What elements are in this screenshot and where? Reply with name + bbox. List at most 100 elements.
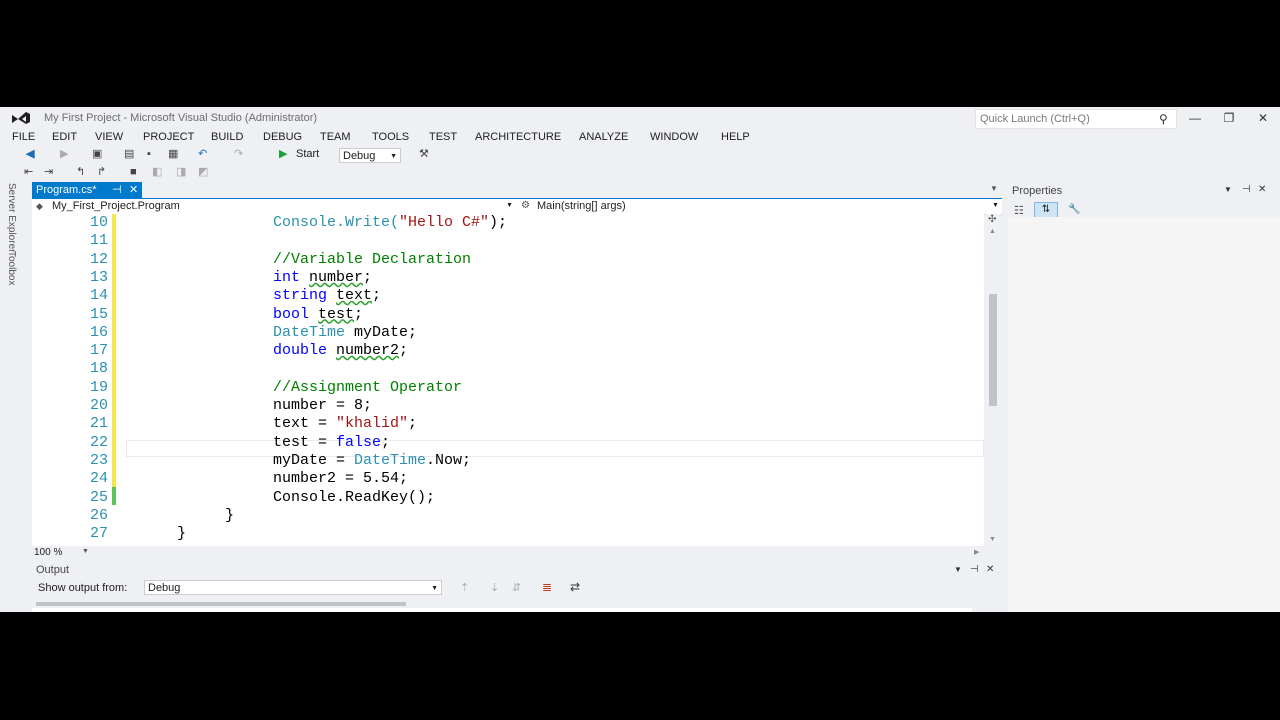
forward-icon[interactable]: ▶	[60, 147, 68, 161]
menu-build[interactable]: BUILD	[211, 131, 243, 143]
menu-analyze[interactable]: ANALYZE	[579, 131, 628, 143]
tab-list-chevron-down-icon[interactable]: ▼	[990, 184, 998, 193]
zoom-chevron-down-icon[interactable]: ▼	[82, 548, 89, 555]
code-text: text = "khalid";	[273, 415, 417, 433]
scrollbar-thumb[interactable]	[989, 294, 997, 406]
member-dropdown-value: Main(string[] args)	[537, 200, 626, 212]
split-icon[interactable]: ✣	[988, 214, 996, 225]
menu-team[interactable]: TEAM	[320, 131, 351, 143]
navigation-bar: ◆ My_First_Project.Program ▼ ⚙ Main(stri…	[32, 199, 1002, 215]
class-icon: ◆	[36, 201, 43, 211]
find-message-icon[interactable]: ⇵	[512, 581, 521, 594]
zoom-level[interactable]: 100 %	[34, 547, 62, 558]
comment-icon[interactable]: ↰	[76, 165, 85, 179]
code-text: DateTime myDate;	[273, 324, 417, 342]
undo-icon[interactable]: ↶	[198, 147, 207, 161]
menu-view[interactable]: VIEW	[95, 131, 123, 143]
code-line: 27}	[32, 525, 984, 543]
scroll-up-icon[interactable]: ▲	[989, 228, 996, 235]
close-tab-icon[interactable]: ✕	[129, 182, 138, 198]
code-text: Console.Write("Hello C#");	[273, 214, 507, 232]
menu-architecture[interactable]: ARCHITECTURE	[475, 131, 561, 143]
output-close-icon[interactable]: ✕	[986, 564, 994, 575]
menu-project[interactable]: PROJECT	[143, 131, 194, 143]
bookmark-icon[interactable]: ■	[130, 165, 137, 179]
clear-all-icon[interactable]: ≣	[542, 580, 552, 594]
code-token: text =	[273, 415, 337, 433]
properties-close-icon[interactable]: ✕	[1258, 184, 1266, 195]
back-icon[interactable]: ◀	[26, 147, 34, 161]
method-icon: ⚙	[521, 200, 530, 211]
close-button[interactable]: ✕	[1248, 109, 1278, 127]
quick-launch-input[interactable]: Quick Launch (Ctrl+Q) ⚲	[975, 109, 1177, 129]
code-token: test	[318, 305, 355, 323]
next-bookmark-icon[interactable]: ◨	[176, 165, 186, 179]
menu-test[interactable]: TEST	[429, 131, 457, 143]
code-token: ;	[363, 268, 373, 286]
output-pin-icon[interactable]: ⊣	[970, 564, 979, 575]
code-text: number = 8;	[273, 397, 373, 414]
go-to-previous-message-icon[interactable]: ⇡	[460, 581, 469, 594]
prev-bookmark-icon[interactable]: ◧	[152, 165, 162, 179]
outdent-icon[interactable]: ⇥	[44, 165, 53, 179]
chevron-down-icon: ▼	[431, 585, 438, 592]
output-source-dropdown[interactable]: Debug ▼	[144, 580, 442, 595]
properties-pin-icon[interactable]: ⊣	[1242, 184, 1251, 195]
output-horizontal-scrollbar[interactable]	[32, 600, 972, 608]
menu-file[interactable]: FILE	[12, 131, 35, 143]
code-token: bool	[273, 305, 310, 323]
menu-window[interactable]: WINDOW	[650, 131, 698, 143]
editor-vertical-scrollbar[interactable]: ✣ ▲ ▼	[986, 214, 1000, 546]
code-line: 19 //Assignment Operator	[32, 379, 984, 397]
code-line: 18	[32, 360, 984, 378]
toggle-word-wrap-icon[interactable]: ⇄	[570, 580, 580, 594]
output-scrollbar-thumb[interactable]	[36, 602, 406, 606]
side-tool-strip: Server Explorer Toolbox	[0, 181, 30, 611]
property-pages-icon[interactable]: 🔧	[1068, 204, 1080, 215]
redo-icon[interactable]: ↷	[234, 147, 243, 161]
member-dropdown[interactable]: ⚙ Main(string[] args) ▼	[518, 199, 1002, 213]
chevron-down-icon: ▼	[992, 202, 999, 209]
code-line: 10 Console.Write("Hello C#");	[32, 214, 984, 232]
pin-icon[interactable]: ⊣	[112, 182, 122, 198]
code-token: ;	[354, 305, 364, 323]
menu-help[interactable]: HELP	[721, 131, 750, 143]
toolbox-tab[interactable]: Toolbox	[6, 251, 17, 285]
go-to-next-message-icon[interactable]: ⇣	[490, 581, 499, 594]
line-number: 10	[89, 214, 108, 231]
title-bar: My First Project - Microsoft Visual Stud…	[0, 107, 1280, 129]
output-text-area[interactable]	[32, 608, 972, 612]
new-project-icon[interactable]: ▣	[92, 147, 102, 161]
save-icon[interactable]: ▪	[147, 147, 151, 161]
line-number: 20	[89, 397, 108, 414]
alphabetical-icon[interactable]: ⇅	[1034, 202, 1058, 218]
menu-tools[interactable]: TOOLS	[372, 131, 409, 143]
find-in-files-icon[interactable]: ⚒	[419, 147, 429, 161]
code-editor[interactable]: 10 Console.Write("Hello C#"); 11 12 //Vari…	[32, 214, 984, 546]
tab-program-cs[interactable]: Program.cs* ⊣ ✕	[32, 182, 142, 198]
menu-bar: FILE EDIT VIEW PROJECT BUILD DEBUG TEAM …	[0, 129, 1280, 147]
scroll-down-icon[interactable]: ▼	[989, 536, 996, 543]
code-line: 15 bool test;	[32, 306, 984, 324]
start-button[interactable]: Start	[296, 147, 319, 161]
clear-bookmarks-icon[interactable]: ◩	[198, 165, 208, 179]
menu-debug[interactable]: DEBUG	[263, 131, 302, 143]
scroll-right-icon[interactable]: ▶	[974, 548, 979, 556]
start-icon[interactable]: ▶	[279, 147, 287, 161]
minimize-button[interactable]: —	[1180, 109, 1210, 127]
uncomment-icon[interactable]: ↱	[97, 165, 106, 179]
server-explorer-tab[interactable]: Server Explorer	[6, 183, 17, 252]
solution-configuration-dropdown[interactable]: Debug ▼	[339, 148, 401, 163]
code-line: 11	[32, 232, 984, 250]
class-dropdown[interactable]: ◆ My_First_Project.Program ▼	[32, 199, 516, 213]
menu-edit[interactable]: EDIT	[52, 131, 77, 143]
tab-label: Program.cs*	[36, 184, 97, 196]
save-all-icon[interactable]: ▦	[168, 147, 178, 161]
output-options-chevron-down-icon[interactable]: ▼	[954, 565, 962, 574]
properties-options-chevron-down-icon[interactable]: ▼	[1224, 185, 1232, 194]
open-file-icon[interactable]: ▤	[124, 147, 134, 161]
maximize-button[interactable]: ❐	[1214, 109, 1244, 127]
code-line: 25 Console.ReadKey();	[32, 489, 984, 507]
indent-icon[interactable]: ⇤	[24, 165, 33, 179]
categorized-icon[interactable]: ☷	[1014, 204, 1024, 217]
